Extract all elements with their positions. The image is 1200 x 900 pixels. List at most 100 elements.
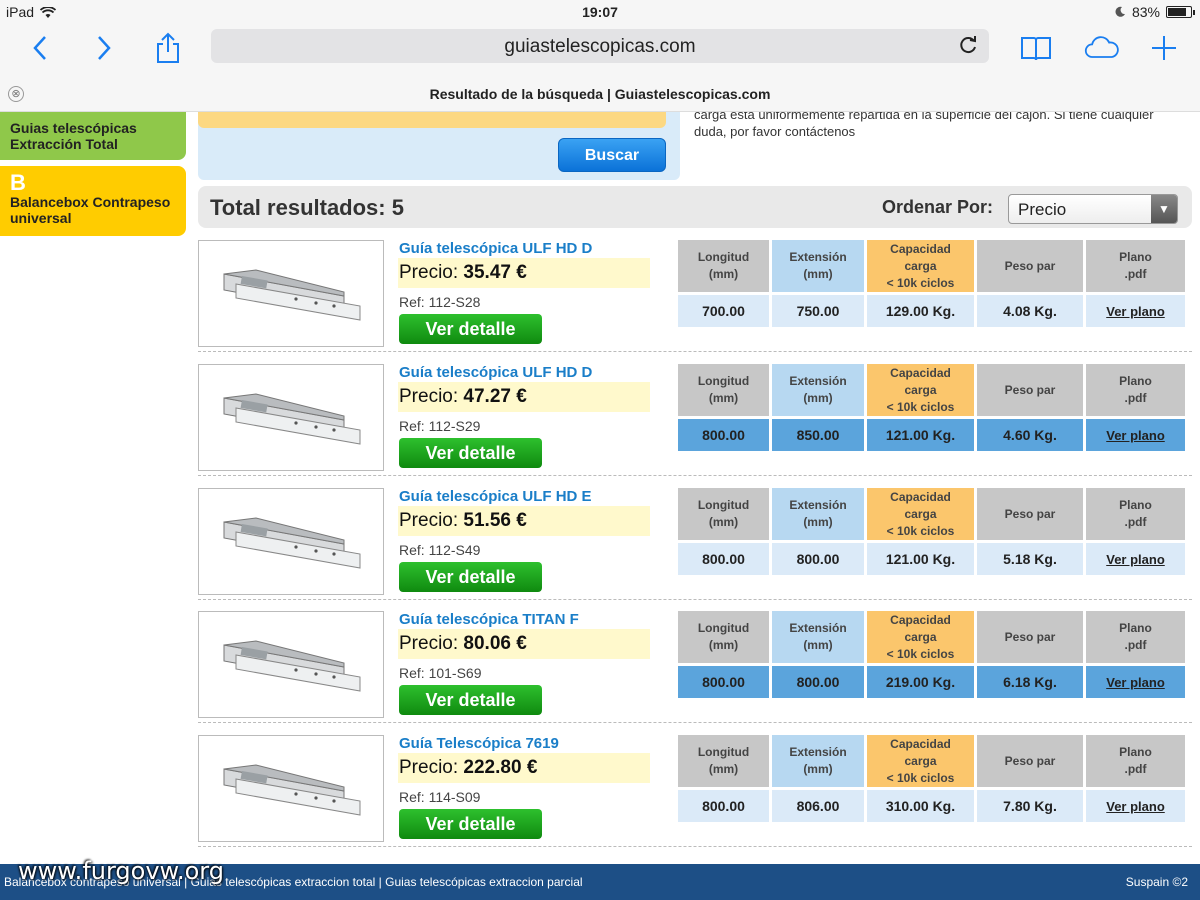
value-longitud: 700.00: [678, 295, 769, 327]
value-capacidad: 310.00 Kg.: [867, 790, 974, 822]
header-text: Extensión: [789, 250, 847, 264]
value-extension: 800.00: [772, 543, 864, 575]
reload-button[interactable]: [957, 34, 981, 58]
sort-value: Precio: [1018, 200, 1067, 219]
header-text: < 10k ciclos: [886, 646, 955, 661]
header-text: (mm): [803, 515, 833, 529]
telescopic-slide-image: [223, 639, 361, 692]
status-bar: iPad 19:07 83%: [0, 0, 1200, 24]
header-extension: Extensión (mm): [772, 488, 864, 540]
product-image[interactable]: [198, 611, 384, 718]
header-text: Capacidad: [890, 612, 951, 627]
cloud-icon: [1084, 36, 1119, 58]
view-plan-link[interactable]: Ver plano: [1086, 666, 1185, 698]
sidebar-item-balancebox[interactable]: B Balancebox Contrapeso universal: [0, 166, 186, 236]
header-text: Peso par: [1004, 382, 1056, 397]
product-image[interactable]: [198, 364, 384, 471]
header-text: Peso par: [1004, 753, 1056, 768]
browser-toolbar: guiastelescopicas.com: [0, 24, 1200, 72]
new-tab-button[interactable]: [1146, 30, 1182, 66]
info-line: carga está uniformemente repartida en la…: [694, 112, 1154, 122]
web-page: Guias telescópicas Extracción Total B Ba…: [0, 112, 1200, 900]
header-peso: Peso par: [977, 735, 1083, 787]
view-plan-link[interactable]: Ver plano: [1086, 790, 1185, 822]
header-text: carga: [904, 258, 937, 273]
spec-values: 700.00 750.00 129.00 Kg. 4.08 Kg. Ver pl…: [678, 295, 1188, 327]
header-extension: Extensión (mm): [772, 240, 864, 292]
header-text: < 10k ciclos: [886, 399, 955, 414]
product-price: Precio: 47.27 €: [398, 382, 650, 412]
product-name[interactable]: Guía telescópica ULF HD D: [399, 240, 592, 257]
price-value: 47.27 €: [463, 386, 527, 407]
product-ref: Ref: 101-S69: [399, 665, 482, 681]
search-button[interactable]: Buscar: [558, 138, 666, 172]
sidebar-item-letter: B: [10, 170, 26, 195]
bookmarks-button[interactable]: [1018, 30, 1054, 66]
header-text: Capacidad: [890, 736, 951, 751]
back-button[interactable]: [22, 30, 58, 66]
icloud-tabs-button[interactable]: [1084, 30, 1120, 66]
tab-title[interactable]: Resultado de la búsqueda | Guiastelescop…: [0, 86, 1200, 102]
header-text: < 10k ciclos: [886, 275, 955, 290]
address-bar[interactable]: guiastelescopicas.com: [211, 29, 989, 63]
spec-table: Longitud (mm) Extensión (mm) Capacidad carg…: [678, 240, 1188, 327]
plus-icon: [1152, 36, 1176, 60]
sort-select[interactable]: Precio ▼: [1008, 194, 1178, 224]
header-text: (mm): [803, 267, 833, 281]
share-button[interactable]: [150, 30, 186, 66]
spec-values: 800.00 850.00 121.00 Kg. 4.60 Kg. Ver pl…: [678, 419, 1188, 451]
header-text: Peso par: [1004, 506, 1056, 521]
view-detail-button[interactable]: Ver detalle: [399, 314, 542, 344]
spec-table: Longitud (mm) Extensión (mm) Capacidad carg…: [678, 611, 1188, 698]
price-value: 35.47 €: [463, 262, 527, 283]
header-text: carga: [904, 629, 937, 644]
forward-button[interactable]: [86, 30, 122, 66]
view-detail-button[interactable]: Ver detalle: [399, 809, 542, 839]
product-name[interactable]: Guía telescópica ULF HD E: [399, 488, 592, 505]
product-ref: Ref: 112-S49: [399, 542, 481, 558]
product-image[interactable]: [198, 735, 384, 842]
product-name[interactable]: Guía telescópica TITAN F: [399, 611, 579, 628]
value-longitud: 800.00: [678, 419, 769, 451]
header-peso: Peso par: [977, 364, 1083, 416]
view-plan-link[interactable]: Ver plano: [1086, 295, 1185, 327]
value-extension: 750.00: [772, 295, 864, 327]
sidebar-item-label: Extracción Total: [10, 136, 118, 152]
chevron-down-icon: ▼: [1151, 195, 1177, 223]
view-plan-link[interactable]: Ver plano: [1086, 543, 1185, 575]
header-capacidad: Capacidad carga < 10k ciclos: [867, 240, 974, 292]
product-price: Precio: 35.47 €: [398, 258, 650, 288]
view-detail-button[interactable]: Ver detalle: [399, 685, 542, 715]
product-price: Precio: 80.06 €: [398, 629, 650, 659]
sidebar-item-extraccion-total[interactable]: Guias telescópicas Extracción Total: [0, 112, 186, 160]
header-text: Plano: [1119, 498, 1152, 512]
value-capacidad: 129.00 Kg.: [867, 295, 974, 327]
header-text: (mm): [708, 638, 739, 652]
battery-percent: 83%: [1131, 4, 1160, 20]
header-text: Capacidad: [890, 365, 951, 380]
product-row: Guía telescópica TITAN F Precio: 80.06 €…: [198, 605, 1192, 723]
header-text: < 10k ciclos: [886, 770, 955, 785]
product-image[interactable]: [198, 240, 384, 347]
price-label: Precio:: [399, 386, 459, 407]
product-image[interactable]: [198, 488, 384, 595]
header-capacidad: Capacidad carga < 10k ciclos: [867, 735, 974, 787]
product-name[interactable]: Guía Telescópica 7619: [399, 735, 559, 752]
value-extension: 800.00: [772, 666, 864, 698]
header-text: (mm): [803, 762, 833, 776]
product-name[interactable]: Guía telescópica ULF HD D: [399, 364, 592, 381]
header-longitud: Longitud (mm): [678, 240, 769, 292]
view-plan-link[interactable]: Ver plano: [1086, 419, 1185, 451]
battery-icon: [1166, 6, 1195, 18]
header-text: (mm): [708, 267, 739, 281]
header-text: .pdf: [1124, 762, 1147, 776]
spec-table: Longitud (mm) Extensión (mm) Capacidad carg…: [678, 735, 1188, 822]
view-detail-button[interactable]: Ver detalle: [399, 438, 542, 468]
results-header: Total resultados: 5 Ordenar Por: Precio …: [198, 186, 1192, 228]
spec-header: Longitud (mm) Extensión (mm) Capacidad carg…: [678, 611, 1188, 663]
telescopic-slide-image: [223, 392, 361, 445]
tab-bar: ⊗ Resultado de la búsqueda | Guiastelesc…: [0, 72, 1200, 112]
header-text: .pdf: [1124, 515, 1147, 529]
view-detail-button[interactable]: Ver detalle: [399, 562, 542, 592]
info-text: carga está uniformemente repartida en la…: [694, 112, 1174, 140]
